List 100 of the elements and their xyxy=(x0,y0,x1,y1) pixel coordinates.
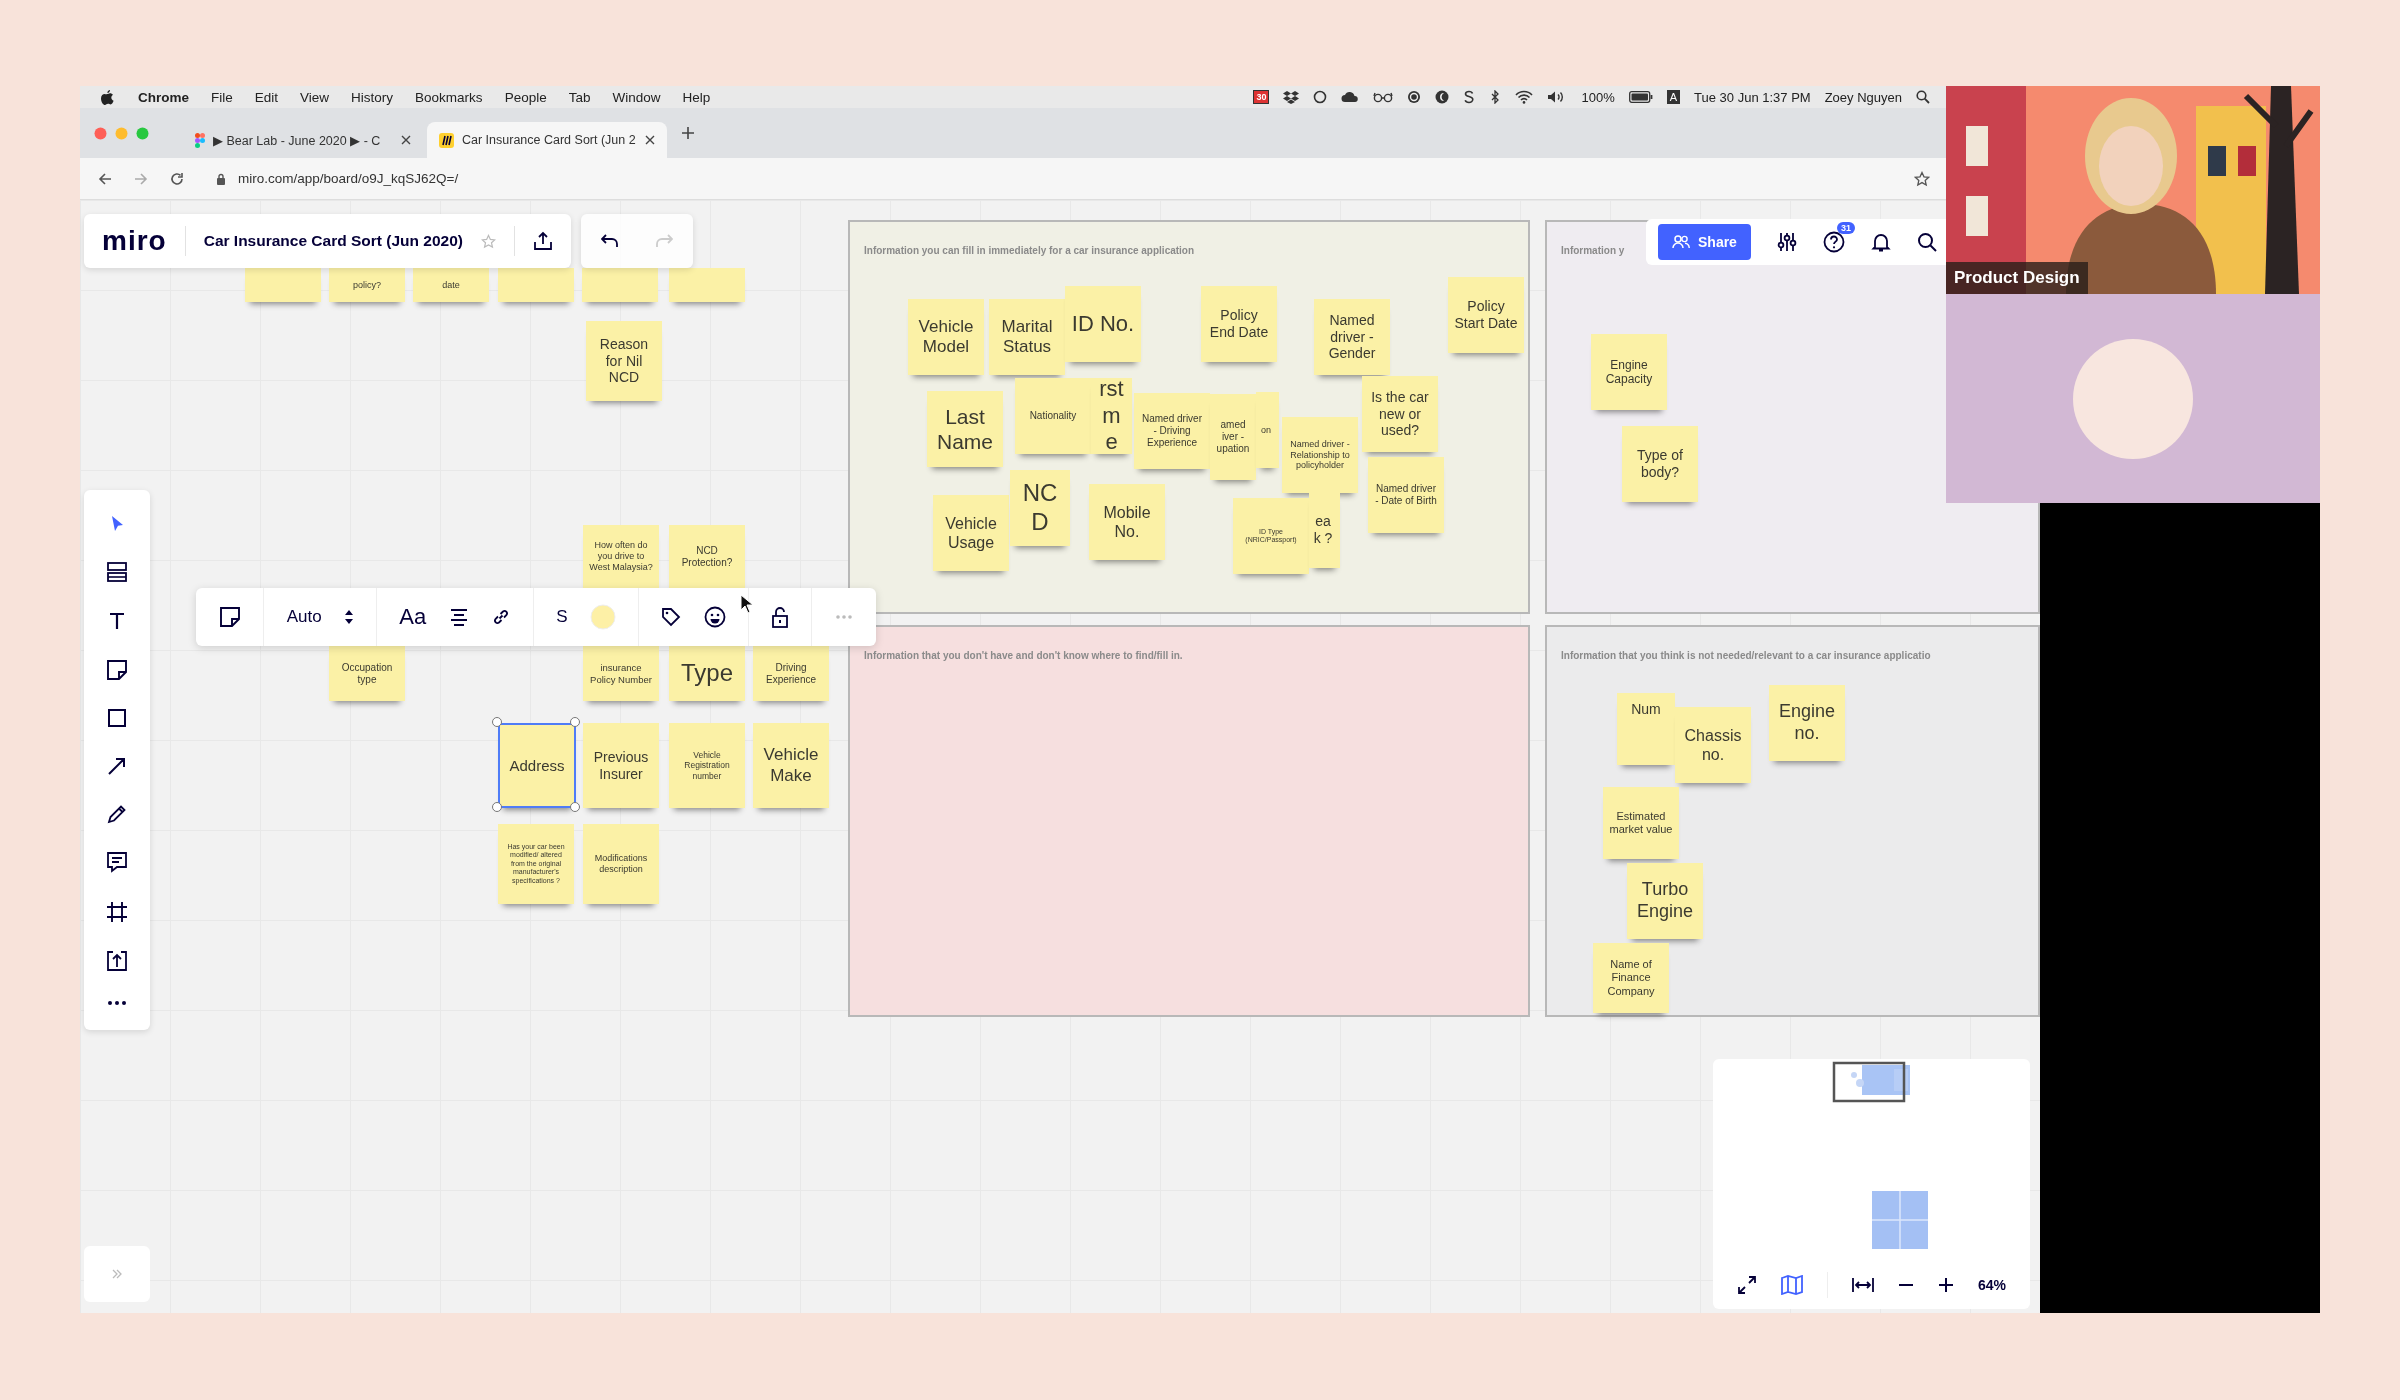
fullscreen-icon[interactable] xyxy=(1737,1275,1757,1295)
frame-icon[interactable] xyxy=(106,900,128,923)
upload-icon[interactable] xyxy=(532,231,553,251)
map-icon[interactable] xyxy=(1780,1275,1803,1295)
board-title[interactable]: Car Insurance Card Sort (Jun 2020) xyxy=(203,232,463,250)
menu-item[interactable]: File xyxy=(211,89,233,105)
font-button[interactable]: Aa xyxy=(399,604,427,630)
apple-icon[interactable] xyxy=(100,89,114,105)
input-source-indicator[interactable]: A xyxy=(1666,90,1681,104)
rectangle-icon[interactable] xyxy=(107,708,127,729)
menu-item[interactable]: Bookmarks xyxy=(415,89,483,105)
sticky-note[interactable]: date xyxy=(413,268,489,302)
help-icon[interactable] xyxy=(1822,231,1845,253)
frame[interactable]: Information that you think is not needed/relevant to a car insurance applicatio Num Chassis no. Engine no. Estimated market value Turbo Engine Name of Finance Company xyxy=(1545,625,2040,1017)
sticky-note[interactable]: NCD Protection? xyxy=(669,525,745,588)
templates-icon[interactable] xyxy=(106,561,128,584)
sticky-note[interactable]: Named driver - Date of Birth xyxy=(1368,457,1444,533)
sticky-note[interactable]: Estimated market value xyxy=(1603,787,1679,859)
close-tab-icon[interactable] xyxy=(401,135,411,145)
menu-item[interactable]: People xyxy=(504,89,547,105)
coin-icon[interactable] xyxy=(1463,90,1476,104)
sticky-note[interactable]: Nationality xyxy=(1015,378,1091,454)
menu-item[interactable]: View xyxy=(300,89,330,105)
sticky-note[interactable]: Is the car new or used? xyxy=(1362,376,1438,452)
star-icon[interactable] xyxy=(480,233,496,249)
sticky-note[interactable]: Num xyxy=(1617,693,1675,765)
comment-icon[interactable] xyxy=(106,851,128,874)
resize-handle[interactable] xyxy=(570,717,580,727)
sliders-icon[interactable] xyxy=(1776,232,1797,252)
sticky-note[interactable]: on xyxy=(1256,392,1279,468)
sticky-note[interactable]: Previous Insurer xyxy=(583,723,659,808)
sticky-note[interactable]: Engine no. xyxy=(1769,685,1845,761)
cloud-icon[interactable] xyxy=(1341,91,1360,103)
search-icon[interactable] xyxy=(1916,232,1937,252)
share-button[interactable]: Share xyxy=(1658,224,1751,260)
zoom-level[interactable]: 64% xyxy=(1977,1277,2006,1293)
sticky-note[interactable]: Policy End Date xyxy=(1201,286,1277,362)
browser-tab[interactable]: ▶ Bear Lab - June 2020 ▶ - C xyxy=(183,122,423,158)
browser-tab[interactable]: Car Insurance Card Sort (Jun 2 xyxy=(427,122,667,158)
sticky-note[interactable]: policy? xyxy=(329,268,405,302)
close-tab-icon[interactable] xyxy=(645,135,655,145)
sticky-note[interactable]: Engine Capacity xyxy=(1591,334,1667,410)
sticky-note[interactable]: Policy Start Date xyxy=(1448,277,1524,353)
sticky-note[interactable]: ID No. xyxy=(1065,286,1141,362)
sticky-note[interactable]: Chassis no. xyxy=(1675,707,1751,783)
undo-icon[interactable] xyxy=(600,234,619,248)
back-icon[interactable] xyxy=(98,171,112,186)
upload-icon[interactable] xyxy=(106,950,128,973)
new-tab-icon[interactable] xyxy=(681,126,695,140)
menu-item[interactable]: Tab xyxy=(568,89,591,105)
sticky-note[interactable]: Mobile No. xyxy=(1089,484,1165,560)
address-field[interactable]: miro.com/app/board/o9J_kqSJ62Q=/ xyxy=(206,163,1892,194)
search-icon[interactable] xyxy=(1916,90,1930,104)
sticky-note[interactable]: Vehicle Usage xyxy=(933,495,1009,571)
wifi-icon[interactable] xyxy=(1515,90,1534,104)
sticky-note[interactable]: Name of Finance Company xyxy=(1593,943,1669,1013)
sticky-note[interactable]: Type xyxy=(669,646,745,701)
dropbox-icon[interactable] xyxy=(1283,90,1300,104)
sticky-note[interactable]: Occupation type xyxy=(329,646,405,701)
sticky-note[interactable]: Modifications description xyxy=(583,824,659,904)
sticky-note[interactable]: Vehicle Make xyxy=(753,723,829,808)
tag-icon[interactable] xyxy=(661,607,682,627)
zoom-in-icon[interactable] xyxy=(1937,1277,1954,1293)
menu-item[interactable]: Edit xyxy=(254,89,279,105)
menu-item[interactable]: Window xyxy=(612,89,661,105)
sticky-note[interactable]: Address xyxy=(498,723,576,808)
color-swatch-icon[interactable] xyxy=(589,604,616,630)
menu-item[interactable]: History xyxy=(351,89,394,105)
menu-item[interactable]: Help xyxy=(682,89,711,105)
resize-handle[interactable] xyxy=(492,717,502,727)
miro-logo[interactable]: miro xyxy=(102,225,167,257)
zoom-out-icon[interactable] xyxy=(1897,1283,1914,1287)
glasses-icon[interactable] xyxy=(1373,91,1394,103)
calendar-icon[interactable]: 30 xyxy=(1253,90,1270,104)
sticky-note[interactable]: eak ? xyxy=(1309,492,1340,568)
target-icon[interactable] xyxy=(1407,90,1422,104)
sticky-note[interactable]: Named driver - Gender xyxy=(1314,299,1390,375)
sticky-note-icon[interactable] xyxy=(106,658,128,681)
stepper-icon[interactable] xyxy=(343,608,354,626)
sticky-note[interactable]: insurance Policy Number xyxy=(583,646,659,701)
sticky-note[interactable]: How often do you drive to West Malaysia? xyxy=(583,525,659,588)
circle-icon[interactable] xyxy=(1313,90,1328,104)
sticky-note[interactable]: amed iver - upation xyxy=(1210,394,1256,480)
unlocked-lock-icon[interactable] xyxy=(771,606,790,628)
moon-icon[interactable] xyxy=(1435,90,1450,104)
sticky-note[interactable]: Reason for Nil NCD xyxy=(586,321,662,401)
sticky-note[interactable]: Vehicle Model xyxy=(908,299,984,375)
align-center-icon[interactable] xyxy=(448,608,469,626)
bell-icon[interactable] xyxy=(1870,232,1891,252)
app-menu[interactable]: Chrome xyxy=(138,89,189,105)
sticky-note[interactable]: Type of body? xyxy=(1622,426,1698,502)
fit-width-icon[interactable] xyxy=(1851,1277,1874,1293)
font-size-selector[interactable]: Auto xyxy=(286,607,322,627)
sticky-note[interactable]: Named driver - Relationship to policyholder xyxy=(1282,417,1358,493)
battery-icon[interactable] xyxy=(1628,91,1653,103)
user-name[interactable]: Zoey Nguyen xyxy=(1824,89,1902,105)
sticky-note-icon[interactable] xyxy=(219,606,242,628)
sticky-note[interactable]: Driving Experience xyxy=(753,646,829,701)
sticky-note[interactable]: Marital Status xyxy=(989,299,1065,375)
emoji-icon[interactable] xyxy=(703,606,726,628)
